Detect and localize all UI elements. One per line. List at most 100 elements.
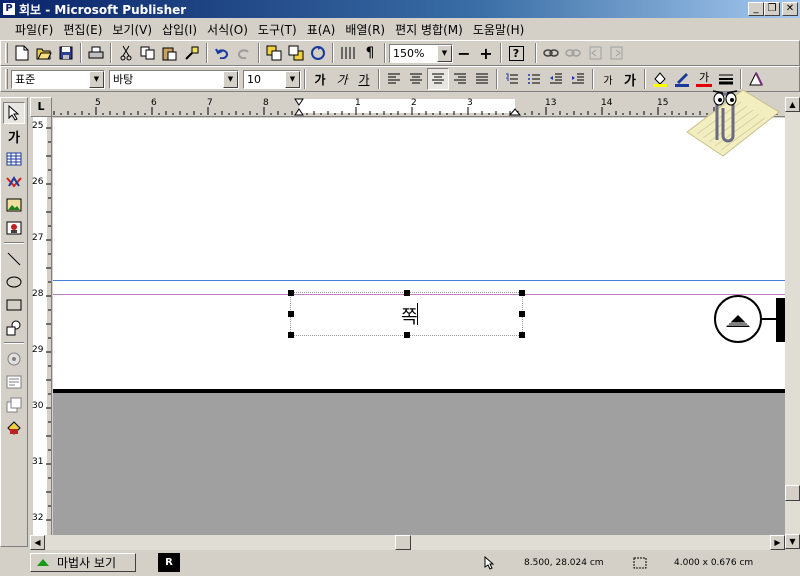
redo-icon[interactable] [233, 42, 255, 64]
menu-insert[interactable]: 삽입(I) [157, 21, 202, 38]
chevron-down-icon[interactable]: ▼ [223, 70, 238, 88]
menu-help[interactable]: 도움말(H) [468, 21, 530, 38]
picture-frame-tool-icon[interactable] [3, 194, 25, 216]
restore-button[interactable]: ❐ [764, 2, 780, 16]
zoom-out-button[interactable]: − [453, 42, 475, 64]
style-select[interactable]: 표준 ▼ [11, 69, 105, 89]
decrease-indent-icon[interactable] [545, 68, 567, 90]
resize-handle-right[interactable] [519, 311, 525, 317]
menu-arrange[interactable]: 배열(R) [340, 21, 390, 38]
format-painter-icon[interactable] [181, 42, 203, 64]
office-assistant-paperclip-icon[interactable] [683, 82, 783, 162]
align-center-icon[interactable] [405, 68, 427, 90]
numbered-list-icon[interactable] [501, 68, 523, 90]
minimize-button[interactable]: _ [748, 2, 764, 16]
vertical-ruler[interactable]: 25 26 27 28 29 30 31 32 [30, 117, 52, 535]
scroll-down-icon[interactable]: ▼ [785, 534, 800, 549]
rectangle-tool-icon[interactable] [3, 294, 25, 316]
text-frame[interactable]: 쪽 [288, 290, 525, 338]
clip-gallery-tool-icon[interactable] [3, 217, 25, 239]
zoom-select[interactable]: 150% ▼ [389, 43, 453, 63]
next-frame-icon[interactable] [606, 42, 628, 64]
table-frame-tool-icon[interactable] [3, 148, 25, 170]
rotate-icon[interactable] [307, 42, 329, 64]
publication-page[interactable]: 쪽 [53, 118, 785, 390]
help-button[interactable]: ? [505, 42, 527, 64]
horizontal-scroll-thumb[interactable] [395, 535, 411, 550]
scroll-up-icon[interactable]: ▲ [785, 97, 800, 112]
increase-indent-icon[interactable] [567, 68, 589, 90]
resize-handle-top-left[interactable] [288, 290, 294, 296]
workspace-area[interactable]: 쪽 [53, 118, 785, 535]
resize-handle-bottom-left[interactable] [288, 332, 294, 338]
bullet-list-icon[interactable] [523, 68, 545, 90]
resize-handle-bottom-right[interactable] [519, 332, 525, 338]
oval-tool-icon[interactable] [3, 271, 25, 293]
fill-color-icon[interactable] [649, 68, 671, 90]
chevron-down-icon[interactable]: ▼ [437, 44, 452, 62]
columns-icon[interactable] [337, 42, 359, 64]
previous-frame-icon[interactable] [584, 42, 606, 64]
align-center-active-icon[interactable] [427, 68, 449, 90]
menu-table[interactable]: 표(A) [302, 21, 341, 38]
italic-button[interactable]: 가 [331, 68, 353, 90]
menu-view[interactable]: 보기(V) [107, 21, 157, 38]
open-folder-icon[interactable] [33, 42, 55, 64]
menu-edit[interactable]: 편집(E) [58, 21, 107, 38]
chevron-down-icon[interactable]: ▼ [89, 70, 104, 88]
underline-button[interactable]: 가 [353, 68, 375, 90]
justify-icon[interactable] [471, 68, 493, 90]
scroll-left-icon[interactable]: ◀ [30, 535, 45, 550]
shrink-font-button[interactable]: 가 [597, 68, 619, 90]
grow-font-button[interactable]: 가 [619, 68, 641, 90]
text-frame-tool[interactable]: 가 [3, 125, 25, 147]
toolbar-grip[interactable] [5, 43, 8, 63]
zoom-in-button[interactable]: + [475, 42, 497, 64]
hyperlink-icon[interactable] [540, 42, 562, 64]
wordart-tool-icon[interactable] [3, 171, 25, 193]
resize-handle-top[interactable] [404, 290, 410, 296]
design-gallery-tool-icon[interactable] [3, 394, 25, 416]
new-document-icon[interactable] [11, 42, 33, 64]
paste-icon[interactable] [159, 42, 181, 64]
vertical-scroll-thumb[interactable] [785, 485, 800, 501]
publisher-app-icon[interactable]: P [2, 2, 16, 16]
print-icon[interactable] [85, 42, 107, 64]
horizontal-scrollbar[interactable]: ◀ ▶ [30, 535, 785, 550]
connect-frames-icon[interactable] [714, 295, 762, 343]
menu-file[interactable]: 파일(F) [10, 21, 58, 38]
align-right-icon[interactable] [449, 68, 471, 90]
save-icon[interactable] [55, 42, 77, 64]
resize-handle-left[interactable] [288, 311, 294, 317]
resize-handle-top-right[interactable] [519, 290, 525, 296]
vertical-scrollbar[interactable]: ▲ ▼ [785, 97, 800, 549]
text-frame-content[interactable]: 쪽 [401, 303, 418, 329]
page-navigation-button[interactable]: R [158, 553, 180, 572]
design-gallery-object-icon[interactable] [3, 417, 25, 439]
align-left-icon[interactable] [383, 68, 405, 90]
chevron-down-icon[interactable]: ▼ [285, 70, 300, 88]
menu-mail-merge[interactable]: 편지 병합(M) [390, 21, 468, 38]
toolbar-grip[interactable] [5, 69, 8, 89]
ruler-origin-button[interactable]: L [30, 97, 52, 117]
scroll-right-icon[interactable]: ▶ [770, 535, 785, 550]
show-wizard-button[interactable]: 마법사 보기 [30, 553, 136, 572]
pointer-tool-icon[interactable] [3, 102, 25, 124]
resize-handle-bottom[interactable] [404, 332, 410, 338]
font-size-select[interactable]: 10 ▼ [243, 69, 301, 89]
paragraph-marks-icon[interactable]: ¶ [359, 42, 381, 64]
menu-format[interactable]: 서식(O) [202, 21, 253, 38]
html-code-tool-icon[interactable] [3, 371, 25, 393]
menu-tools[interactable]: 도구(T) [253, 21, 302, 38]
custom-shapes-tool-icon[interactable] [3, 317, 25, 339]
font-select[interactable]: 바탕 ▼ [109, 69, 239, 89]
bring-to-front-icon[interactable] [263, 42, 285, 64]
unlink-icon[interactable] [562, 42, 584, 64]
copy-icon[interactable] [137, 42, 159, 64]
undo-icon[interactable] [211, 42, 233, 64]
cut-icon[interactable] [115, 42, 137, 64]
line-tool-icon[interactable] [3, 248, 25, 270]
close-button[interactable]: ✕ [782, 2, 798, 16]
send-to-back-icon[interactable] [285, 42, 307, 64]
horizontal-ruler[interactable]: 5 6 7 8 1 2 3 13 14 15 [52, 97, 785, 117]
